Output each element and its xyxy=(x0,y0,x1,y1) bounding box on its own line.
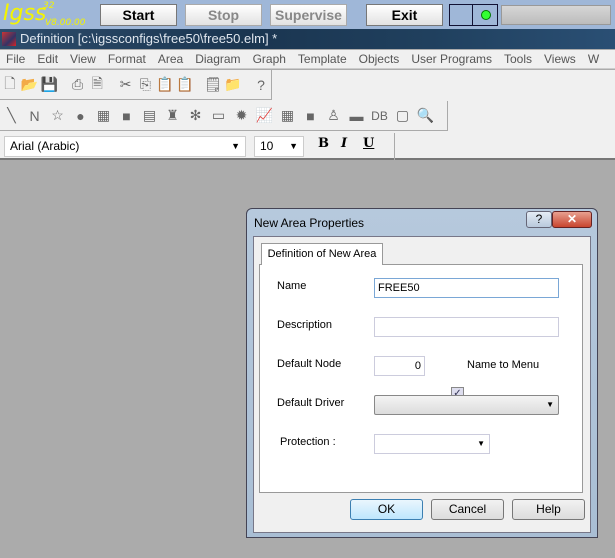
default-node-label: Default Node xyxy=(277,358,342,370)
dialog-body: Definition of New Area Name FREE50 Descr… xyxy=(253,236,591,533)
menu-tools[interactable]: Tools xyxy=(498,50,538,68)
menu-w[interactable]: W xyxy=(582,50,605,68)
copy-icon[interactable]: ⎘ xyxy=(135,76,155,93)
font-size-value: 10 xyxy=(260,139,274,153)
new-area-properties-dialog: New Area Properties ? ✕ Definition of Ne… xyxy=(246,208,598,538)
zoom-icon[interactable]: 🔍 xyxy=(414,107,437,124)
drawing-toolbar: ╲ N ☆ ● ▦ ■ ▤ ♜ ✻ ▭ ✹ 📈 ▦ ■ ♙ ▬ DB ▢ 🔍 xyxy=(0,101,448,131)
italic-button[interactable]: I xyxy=(341,136,347,151)
close-icon[interactable]: ✕ xyxy=(552,211,592,228)
name-input[interactable]: FREE50 xyxy=(374,278,559,298)
circle-icon[interactable]: ● xyxy=(69,108,92,124)
paste-special-icon[interactable]: 📋 xyxy=(155,76,175,93)
bin-icon[interactable]: ♜ xyxy=(161,107,184,124)
open-folder-icon[interactable]: 📂 xyxy=(20,76,40,93)
ok-button[interactable]: OK xyxy=(350,499,423,520)
menu-file[interactable]: File xyxy=(0,50,31,68)
properties-icon[interactable]: 🗒 xyxy=(203,76,223,93)
bold-button[interactable]: B xyxy=(318,136,329,151)
table-icon[interactable]: ▦ xyxy=(276,107,299,124)
open-config-icon[interactable]: 📁 xyxy=(223,76,243,93)
igss-logo: Igss 32 V8.00.00 xyxy=(3,1,86,28)
font-select[interactable]: Arial (Arabic) ▼ xyxy=(4,136,246,157)
menu-views[interactable]: Views xyxy=(538,50,582,68)
menu-area[interactable]: Area xyxy=(152,50,189,68)
progress-bar xyxy=(501,5,611,25)
menu-graph[interactable]: Graph xyxy=(247,50,292,68)
chevron-down-icon: ▼ xyxy=(231,141,240,151)
xyz-icon[interactable]: ▢ xyxy=(391,107,414,124)
gear-icon[interactable]: ✹ xyxy=(230,107,253,124)
rectangle-icon[interactable]: ■ xyxy=(115,108,138,124)
chevron-down-icon: ▼ xyxy=(289,141,298,151)
font-size-select[interactable]: 10 ▼ xyxy=(254,136,304,157)
toolbar-area: 🗋 📂 💾 ⎙ 🗎 ✂ ⎘ 📋 📋 🗒 📁? ╲ N ☆ ● ▦ ■ ▤ ♜ ✻ ▭ ✹ 📈 ▦ ■ ♙ ▬ DB ▢ 🔍 Arial … xyxy=(0,70,615,160)
menu-view[interactable]: View xyxy=(64,50,102,68)
status-indicator xyxy=(472,4,498,26)
window-title-bar: Definition [c:\igssconfigs\free50\free50… xyxy=(0,29,615,49)
chevron-down-icon: ▼ xyxy=(477,439,485,448)
igss-control-bar: Igss 32 V8.00.00 Start Stop Supervise Exit xyxy=(0,0,615,29)
window-title: Definition [c:\igssconfigs\free50\free50… xyxy=(20,31,278,46)
cut-icon[interactable]: ✂ xyxy=(116,76,136,93)
menu-diagram[interactable]: Diagram xyxy=(189,50,246,68)
underline-button[interactable]: U xyxy=(363,136,374,151)
protection-label: Protection : xyxy=(280,436,336,448)
name-label: Name xyxy=(277,280,307,292)
stop-button[interactable]: Stop xyxy=(185,4,262,26)
help-button[interactable]: Help xyxy=(512,499,585,520)
graph-icon[interactable]: 📈 xyxy=(253,107,276,124)
status-led-icon xyxy=(481,10,491,20)
format-toolbar: Arial (Arabic) ▼ 10 ▼ B I U xyxy=(0,133,395,160)
alarm-icon[interactable]: ♙ xyxy=(322,107,345,124)
menu-edit[interactable]: Edit xyxy=(31,50,64,68)
tab-definition-of-new-area[interactable]: Definition of New Area xyxy=(261,243,383,265)
polyline-icon[interactable]: N xyxy=(23,108,46,124)
description-label: Description xyxy=(277,319,333,331)
default-driver-label: Default Driver xyxy=(277,397,345,409)
app-icon xyxy=(2,32,16,46)
protection-select[interactable]: ▼ xyxy=(374,434,490,454)
default-driver-select[interactable]: ▼ xyxy=(374,395,559,415)
cancel-button[interactable]: Cancel xyxy=(431,499,504,520)
paste-icon[interactable]: 📋 xyxy=(175,76,195,93)
line-icon[interactable]: ╲ xyxy=(0,107,23,124)
description-input[interactable] xyxy=(374,317,559,337)
block-icon[interactable]: ■ xyxy=(299,108,322,124)
start-button[interactable]: Start xyxy=(100,4,177,26)
db-icon[interactable]: DB xyxy=(368,109,391,123)
print-preview-icon[interactable]: 🗎 xyxy=(87,73,107,97)
grid-icon[interactable]: ▦ xyxy=(92,107,115,124)
tab-panel: Name FREE50 Description Default Node 0 ✓… xyxy=(259,264,583,493)
menu-bar: File Edit View Format Area Diagram Graph Templa… xyxy=(0,50,615,69)
valve-icon[interactable]: ✻ xyxy=(184,107,207,124)
menu-template[interactable]: Template xyxy=(292,50,353,68)
print-icon[interactable]: ⎙ xyxy=(68,76,88,93)
dialog-title: New Area Properties xyxy=(254,216,365,230)
star-icon[interactable]: ☆ xyxy=(46,107,69,124)
save-icon[interactable]: 💾 xyxy=(39,76,59,93)
button-icon[interactable]: ▬ xyxy=(345,108,368,124)
menu-objects[interactable]: Objects xyxy=(353,50,406,68)
screen-icon[interactable]: ▭ xyxy=(207,107,230,124)
status-panel xyxy=(449,4,472,26)
help-icon[interactable]: ? xyxy=(526,211,552,228)
new-file-icon[interactable]: 🗋 xyxy=(0,73,20,97)
font-value: Arial (Arabic) xyxy=(10,139,80,153)
supervise-button[interactable]: Supervise xyxy=(270,4,347,26)
exit-button[interactable]: Exit xyxy=(366,4,443,26)
menu-user-programs[interactable]: User Programs xyxy=(405,50,498,68)
version-label: V8.00.00 xyxy=(45,18,86,28)
standard-toolbar: 🗋 📂 💾 ⎙ 🗎 ✂ ⎘ 📋 📋 🗒 📁? xyxy=(0,70,272,100)
default-node-input[interactable]: 0 xyxy=(374,356,425,376)
chevron-down-icon: ▼ xyxy=(546,400,554,409)
name-to-menu-label: Name to Menu xyxy=(467,359,540,371)
context-help-icon[interactable]: ? xyxy=(251,77,271,93)
menu-format[interactable]: Format xyxy=(102,50,152,68)
text-box-icon[interactable]: ▤ xyxy=(138,107,161,124)
